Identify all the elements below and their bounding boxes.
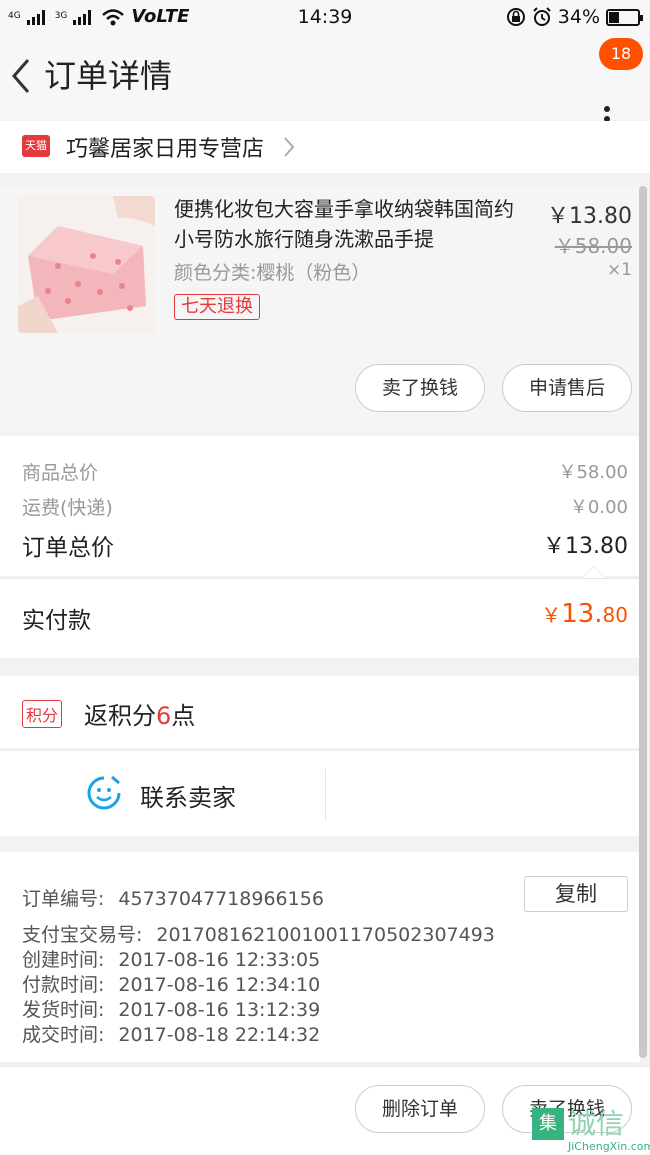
actual-payment-value: ￥13.80 (541, 599, 628, 629)
contact-row: 联系卖家 (0, 750, 640, 836)
nav-header: 订单详情 (0, 34, 650, 132)
scrollbar[interactable] (639, 186, 647, 1058)
price-summary: 商品总价 ￥58.00 运费(快递) ￥0.00 订单总价 ￥13.80 (0, 436, 640, 576)
store-name[interactable]: 巧馨居家日用专营店 (66, 131, 264, 163)
done-label: 成交时间: (22, 1024, 105, 1046)
status-right: 34% (506, 6, 643, 28)
points-text: 返积分6点 (84, 696, 195, 731)
chat-face-icon[interactable] (86, 775, 122, 811)
watermark-mark: 集 (532, 1108, 564, 1140)
paid-row: 付款时间: 2017-08-16 12:34:10 (22, 970, 320, 997)
alipay-label: 支付宝交易号: (22, 924, 143, 946)
created-label: 创建时间: (22, 949, 105, 971)
done-value: 2017-08-18 22:14:32 (118, 1024, 321, 1046)
paid-time-label: 付款时间: (22, 974, 105, 996)
tmall-badge: 天猫 (22, 135, 50, 157)
shipping-value: ￥0.00 (569, 497, 628, 518)
order-number-value: 45737047718966156 (118, 888, 324, 910)
order-total-value: ￥13.80 (543, 534, 628, 559)
delete-order-button[interactable]: 删除订单 (355, 1085, 485, 1133)
order-total-label: 订单总价 (22, 535, 114, 561)
created-row: 创建时间: 2017-08-16 12:33:05 (22, 945, 320, 972)
copy-button[interactable]: 复制 (524, 876, 628, 912)
sell-for-cash-button[interactable]: 卖了换钱 (355, 364, 485, 412)
alarm-icon (533, 7, 551, 26)
contact-divider (325, 769, 326, 821)
page-title: 订单详情 (44, 57, 173, 95)
points-suffix: 点 (171, 702, 196, 730)
points-prefix: 返积分 (84, 702, 156, 730)
watermark-text: 诚信 (568, 1107, 625, 1140)
product-card[interactable]: 便携化妆包大容量手拿收纳袋韩国简约小号防水旅行随身洗漱品手提 颜色分类:樱桃（粉… (0, 186, 640, 432)
created-value: 2017-08-16 12:33:05 (118, 949, 321, 971)
actual-payment-label: 实付款 (22, 608, 91, 634)
watermark-sub: JiChengXin.com (568, 1140, 650, 1153)
message-count-badge[interactable]: 18 (599, 38, 643, 70)
product-image[interactable] (18, 196, 155, 333)
order-number-row: 订单编号: 45737047718966156 (22, 884, 324, 911)
product-original-price: ￥58.00 (554, 234, 632, 258)
goods-total-value: ￥58.00 (558, 462, 628, 483)
points-row: 积分 返积分6点 (0, 676, 640, 748)
paid-time-value: 2017-08-16 12:34:10 (118, 974, 321, 996)
points-tag: 积分 (22, 700, 63, 728)
product-quantity: ×1 (606, 260, 632, 280)
product-title[interactable]: 便携化妆包大容量手拿收纳袋韩国简约小号防水旅行随身洗漱品手提 (174, 194, 530, 254)
contact-seller-button[interactable]: 联系卖家 (140, 778, 236, 813)
shipped-value: 2017-08-16 13:12:39 (118, 999, 321, 1021)
cosmetic-bag-picture (18, 196, 155, 333)
status-bar: 4G 3G VoLTE 14:39 34% (0, 0, 650, 34)
order-info-section: 订单编号: 45737047718966156 复制 支付宝交易号: 2017081… (0, 852, 640, 1062)
shipped-label: 发货时间: (22, 999, 105, 1021)
battery-percent: 34% (557, 6, 600, 28)
points-number: 6 (156, 702, 172, 730)
product-variant: 颜色分类:樱桃（粉色） (174, 262, 371, 284)
shipped-row: 发货时间: 2017-08-16 13:12:39 (22, 995, 320, 1022)
done-row: 成交时间: 2017-08-18 22:14:32 (22, 1020, 320, 1047)
battery-icon (606, 8, 643, 26)
site-watermark: 集 诚信 JiChengXin.com (532, 1108, 650, 1155)
paid-currency: ￥ (541, 603, 562, 627)
paid-integer: 13. (561, 599, 603, 629)
chevron-right-icon (284, 137, 295, 157)
store-row[interactable]: 天猫 巧馨居家日用专营店 (0, 121, 650, 173)
alipay-value: 2017081621001001170502307493 (156, 924, 495, 946)
actual-payment-row: 实付款 ￥13.80 (0, 578, 640, 658)
seven-day-return-tag: 七天退换 (174, 294, 260, 320)
goods-total-label: 商品总价 (22, 462, 99, 484)
back-arrow-icon[interactable] (6, 54, 36, 98)
paid-decimal: 80 (602, 603, 628, 627)
rotation-lock-icon (506, 8, 525, 26)
product-price: ￥13.80 (547, 204, 632, 229)
after-sales-button[interactable]: 申请售后 (502, 364, 632, 412)
alipay-row: 支付宝交易号: 2017081621001001170502307493 (22, 920, 495, 947)
pointer-notch-inner (583, 567, 605, 578)
order-number-label: 订单编号: (22, 888, 105, 910)
shipping-label: 运费(快递) (22, 497, 113, 519)
